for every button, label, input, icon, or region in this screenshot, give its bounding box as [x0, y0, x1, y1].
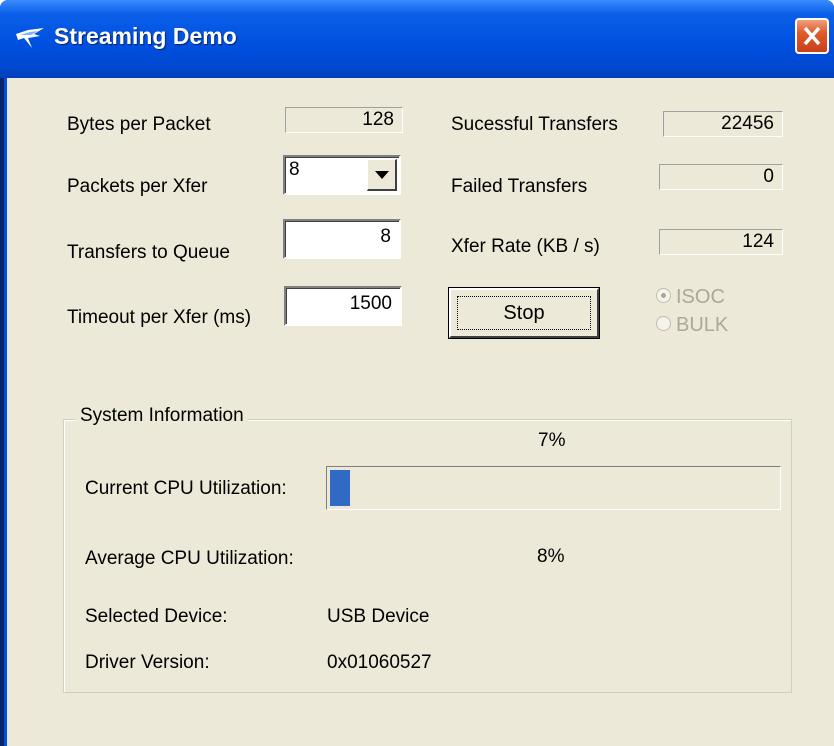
- average-cpu-percent: 8%: [537, 546, 565, 567]
- stop-button[interactable]: Stop: [448, 287, 600, 339]
- close-button[interactable]: [795, 18, 829, 54]
- transfers-to-queue-label: Transfers to Queue: [67, 242, 230, 263]
- radio-bulk-label: BULK: [676, 314, 729, 336]
- progress-block: [330, 470, 350, 506]
- driver-version-value: 0x01060527: [327, 652, 432, 673]
- app-icon: [16, 28, 44, 48]
- radio-circle-icon: [656, 316, 671, 331]
- failed-transfers-value: 0: [659, 164, 783, 190]
- selected-device-label: Selected Device:: [85, 606, 228, 627]
- packets-per-xfer-label: Packets per Xfer: [67, 176, 208, 197]
- bytes-per-packet-value: 128: [285, 107, 403, 133]
- title-bar[interactable]: Streaming Demo: [0, 0, 834, 78]
- successful-transfers-value: 22456: [663, 111, 783, 137]
- radio-selected-dot: [661, 293, 666, 298]
- transfers-to-queue-input[interactable]: 8: [283, 219, 401, 259]
- selected-device-value: USB Device: [327, 606, 430, 627]
- chevron-down-icon: [375, 171, 389, 179]
- timeout-per-xfer-input[interactable]: 1500: [284, 286, 402, 326]
- packets-per-xfer-select[interactable]: 8: [283, 155, 401, 195]
- current-cpu-percent: 7%: [538, 430, 566, 451]
- radio-circle-icon: [656, 288, 671, 303]
- current-cpu-label: Current CPU Utilization:: [85, 478, 287, 499]
- successful-transfers-label: Sucessful Transfers: [451, 114, 618, 135]
- close-icon: [803, 26, 821, 46]
- window-title: Streaming Demo: [54, 23, 237, 49]
- dropdown-button[interactable]: [367, 159, 397, 191]
- stop-button-label: Stop: [503, 302, 545, 324]
- radio-isoc-label: ISOC: [676, 286, 725, 308]
- cpu-progress-bar: [326, 466, 781, 510]
- average-cpu-label: Average CPU Utilization:: [85, 548, 294, 569]
- failed-transfers-label: Failed Transfers: [451, 176, 588, 197]
- driver-version-label: Driver Version:: [85, 652, 210, 673]
- timeout-per-xfer-label: Timeout per Xfer (ms): [67, 307, 252, 328]
- xfer-rate-value: 124: [659, 229, 783, 255]
- system-information-title: System Information: [76, 405, 248, 427]
- bytes-per-packet-label: Bytes per Packet: [67, 114, 211, 135]
- packets-per-xfer-selected: 8: [289, 159, 300, 180]
- xfer-rate-label: Xfer Rate (KB / s): [451, 236, 600, 257]
